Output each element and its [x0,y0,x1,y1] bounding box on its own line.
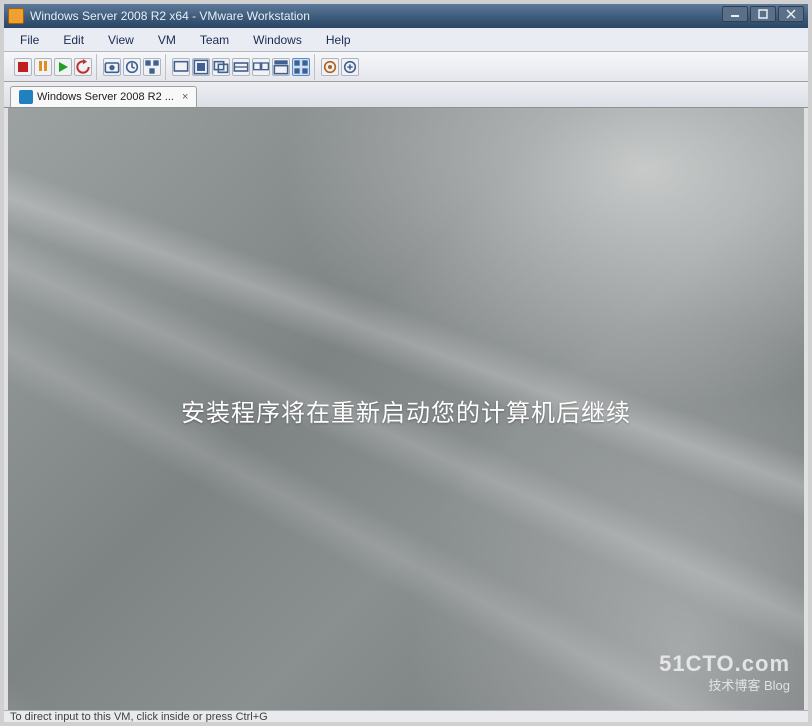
thumbnail-icon [293,59,309,75]
full-screen-icon [193,59,209,75]
menu-team[interactable]: Team [190,30,239,50]
vm-tab-icon [19,90,33,104]
show-console-button[interactable] [172,58,190,76]
snapshot-revert-button[interactable] [123,58,141,76]
minimize-icon [730,9,740,19]
reset-icon [75,59,91,75]
quick-switch-icon [213,59,229,75]
close-icon [786,9,796,19]
unity-button[interactable] [232,58,250,76]
status-bar: To direct input to this VM, click inside… [4,710,808,722]
toolbar [4,52,808,82]
install-message: 安装程序将在重新启动您的计算机后继续 [181,393,631,428]
app-icon [8,8,24,24]
guest-display[interactable]: 安装程序将在重新启动您的计算机后继续 51CTO.com 技术博客 Blog [8,108,804,712]
play-icon [59,62,68,72]
full-screen-button[interactable] [192,58,210,76]
show-console-icon [173,59,189,75]
sidebar-button[interactable] [321,58,339,76]
menu-file[interactable]: File [10,30,49,50]
vm-tab-label: Windows Server 2008 R2 ... [37,91,174,103]
summary-button[interactable] [341,58,359,76]
toolbar-group-snapshot [99,54,166,80]
minimize-button[interactable] [722,6,748,22]
multi-monitor-button[interactable] [252,58,270,76]
snapshot-manager-icon [144,59,160,75]
vm-tab[interactable]: Windows Server 2008 R2 ... × [10,86,197,107]
stop-button[interactable] [14,58,32,76]
window-titlebar: Windows Server 2008 R2 x64 - VMware Work… [4,4,808,28]
window-controls [722,6,804,22]
sidebar-icon [322,59,338,75]
summary-icon [342,59,358,75]
multi-monitor-icon [253,59,269,75]
maximize-icon [758,9,768,19]
menu-edit[interactable]: Edit [53,30,94,50]
pause-button[interactable] [34,58,52,76]
tab-bar: Windows Server 2008 R2 ... × [4,82,808,108]
reset-button[interactable] [74,58,92,76]
pause-icon [38,60,48,74]
toolbar-group-misc [317,54,363,80]
stop-icon [18,62,28,72]
toolbar-group-power [10,54,97,80]
tab-close-button[interactable]: × [182,91,188,103]
snapshot-take-icon [104,59,120,75]
maximize-button[interactable] [750,6,776,22]
toolbar-group-view [168,54,315,80]
show-tabs-icon [273,59,289,75]
show-tabs-button[interactable] [272,58,290,76]
menu-bar: File Edit View VM Team Windows Help [4,28,808,52]
menu-windows[interactable]: Windows [243,30,312,50]
close-button[interactable] [778,6,804,22]
snapshot-manager-button[interactable] [143,58,161,76]
status-text: To direct input to this VM, click inside… [10,711,268,722]
thumbnail-button[interactable] [292,58,310,76]
play-button[interactable] [54,58,72,76]
menu-help[interactable]: Help [316,30,361,50]
menu-vm[interactable]: VM [148,30,186,50]
snapshot-take-button[interactable] [103,58,121,76]
quick-switch-button[interactable] [212,58,230,76]
menu-view[interactable]: View [98,30,144,50]
unity-icon [233,59,249,75]
snapshot-revert-icon [124,59,140,75]
window-title: Windows Server 2008 R2 x64 - VMware Work… [30,9,310,23]
